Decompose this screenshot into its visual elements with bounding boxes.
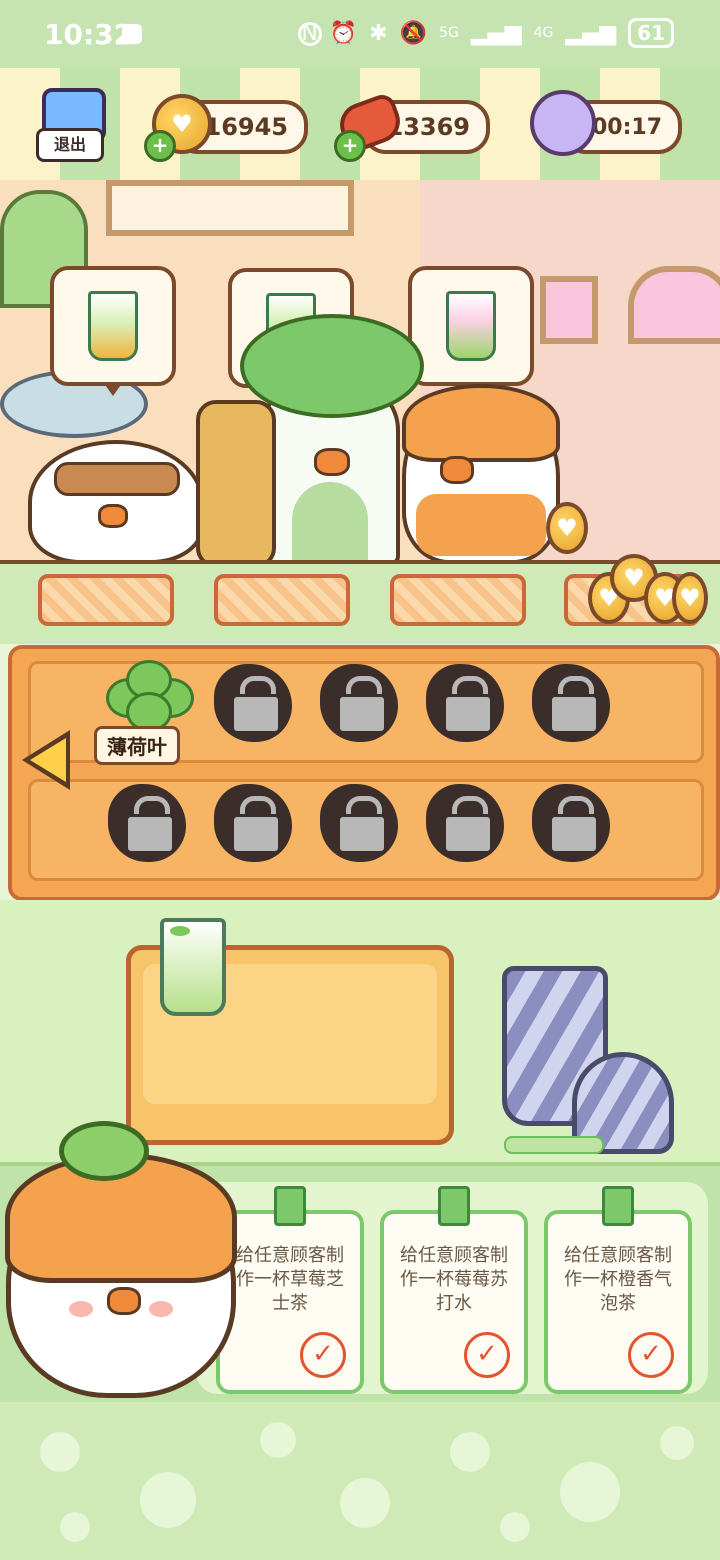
locked-ingredient-slot[interactable] xyxy=(320,664,398,742)
coin-value: 16945 xyxy=(204,113,289,141)
footer-pattern xyxy=(0,1402,720,1560)
check-icon: ✓ xyxy=(628,1332,674,1378)
orange-drink-icon xyxy=(88,291,138,361)
add-meat-button[interactable]: + xyxy=(334,130,366,162)
bluetooth-icon: ✱ xyxy=(369,20,388,46)
strawberry-drink-icon xyxy=(446,291,496,361)
locked-ingredient-slot[interactable] xyxy=(426,784,504,862)
lock-icon xyxy=(443,694,493,734)
lock-icon xyxy=(443,814,493,854)
app-notification-icon xyxy=(122,24,142,44)
locked-ingredient-slot[interactable] xyxy=(426,664,504,742)
drink-glass[interactable] xyxy=(160,918,226,1016)
beak-icon xyxy=(107,1287,141,1315)
orange-outfit xyxy=(416,494,546,556)
exit-button[interactable]: 退出 xyxy=(36,88,106,162)
lock-icon xyxy=(337,694,387,734)
counter-plank xyxy=(390,574,526,626)
boost-timer-icon[interactable] xyxy=(530,90,596,156)
belly xyxy=(292,482,368,562)
lock-icon xyxy=(549,814,599,854)
customer-order-bubble[interactable] xyxy=(50,266,176,396)
locked-ingredient-slot[interactable] xyxy=(532,664,610,742)
signal-4g: 4G xyxy=(533,25,554,41)
task-card[interactable]: 给任意顾客制作一杯草莓芝士茶 ✓ xyxy=(216,1186,364,1394)
leaf-icon xyxy=(59,1121,149,1181)
task-text: 给任意顾客制作一杯草莓芝士茶 xyxy=(236,1245,344,1314)
building-arched-window xyxy=(628,266,720,344)
service-counter: ♥ ♥ ♥ ♥ xyxy=(0,554,720,644)
orange-hat-customer[interactable] xyxy=(402,384,560,564)
mint-garnish-icon xyxy=(170,926,190,936)
clip-icon xyxy=(274,1186,306,1226)
task-text: 给任意顾客制作一杯莓莓苏打水 xyxy=(400,1245,508,1314)
signal-5g: 5G xyxy=(439,25,459,41)
task-card[interactable]: 给任意顾客制作一杯橙香气泡茶 ✓ xyxy=(544,1186,692,1394)
counter-plank xyxy=(214,574,350,626)
locked-ingredient-slot[interactable] xyxy=(214,784,292,862)
customer-order-bubble[interactable] xyxy=(408,266,534,396)
signal-bars-icon-2: ▂▄▆ xyxy=(565,20,617,46)
status-bar: 10:32 N ⏰ ✱ 🔕 5G ▂▄▆ 4G ▂▄▆ 61 xyxy=(0,0,720,68)
shaker-progress-bar xyxy=(504,1136,604,1154)
broccoli-customer[interactable] xyxy=(240,314,424,566)
beak-icon xyxy=(440,456,474,484)
orange-hat-icon xyxy=(402,384,560,462)
coin-pile-icon[interactable]: ♥ xyxy=(672,572,708,624)
building-window xyxy=(540,276,598,344)
signal-bars-icon: ▂▄▆ xyxy=(470,20,522,46)
exit-label: 退出 xyxy=(36,128,104,162)
status-time: 10:32 xyxy=(44,18,134,51)
lock-icon xyxy=(231,814,281,854)
ingredient-label: 薄荷叶 xyxy=(94,726,180,765)
goggles-icon xyxy=(54,462,180,496)
battery-indicator: 61 xyxy=(628,18,674,48)
clip-icon xyxy=(438,1186,470,1226)
add-coins-button[interactable]: + xyxy=(144,130,176,162)
locked-ingredient-slot[interactable] xyxy=(320,784,398,862)
shop-window xyxy=(106,180,354,236)
task-text: 给任意顾客制作一杯橙香气泡茶 xyxy=(564,1245,672,1314)
bird-customer-with-goggles[interactable] xyxy=(28,440,204,564)
mascot-chef[interactable] xyxy=(5,1121,237,1398)
clip-icon xyxy=(602,1186,634,1226)
mute-icon: 🔕 xyxy=(399,20,428,46)
locked-ingredient-slot[interactable] xyxy=(108,784,186,862)
check-icon: ✓ xyxy=(300,1332,346,1378)
beak-icon xyxy=(98,504,128,528)
task-card[interactable]: 给任意顾客制作一杯莓莓苏打水 ✓ xyxy=(380,1186,528,1394)
lock-icon xyxy=(125,814,175,854)
timer-value: 00:17 xyxy=(591,114,662,140)
check-icon: ✓ xyxy=(464,1332,510,1378)
lock-icon xyxy=(337,814,387,854)
counter-plank xyxy=(38,574,174,626)
broccoli-hair-icon xyxy=(240,314,424,418)
locked-ingredient-slot[interactable] xyxy=(214,664,292,742)
alarm-icon: ⏰ xyxy=(329,20,358,46)
nfc-icon: N xyxy=(301,20,318,46)
shelf-prev-arrow-icon xyxy=(30,738,66,782)
locked-ingredient-slot[interactable] xyxy=(532,784,610,862)
coin-drop-icon[interactable]: ♥ xyxy=(546,502,588,554)
ingredient-mint-slot[interactable] xyxy=(104,660,194,732)
leopard-coat-customer[interactable] xyxy=(196,400,276,568)
beak-icon xyxy=(314,448,350,476)
status-icons: N ⏰ ✱ 🔕 5G ▂▄▆ 4G ▂▄▆ 61 xyxy=(301,18,674,48)
lock-icon xyxy=(231,694,281,734)
lock-icon xyxy=(549,694,599,734)
